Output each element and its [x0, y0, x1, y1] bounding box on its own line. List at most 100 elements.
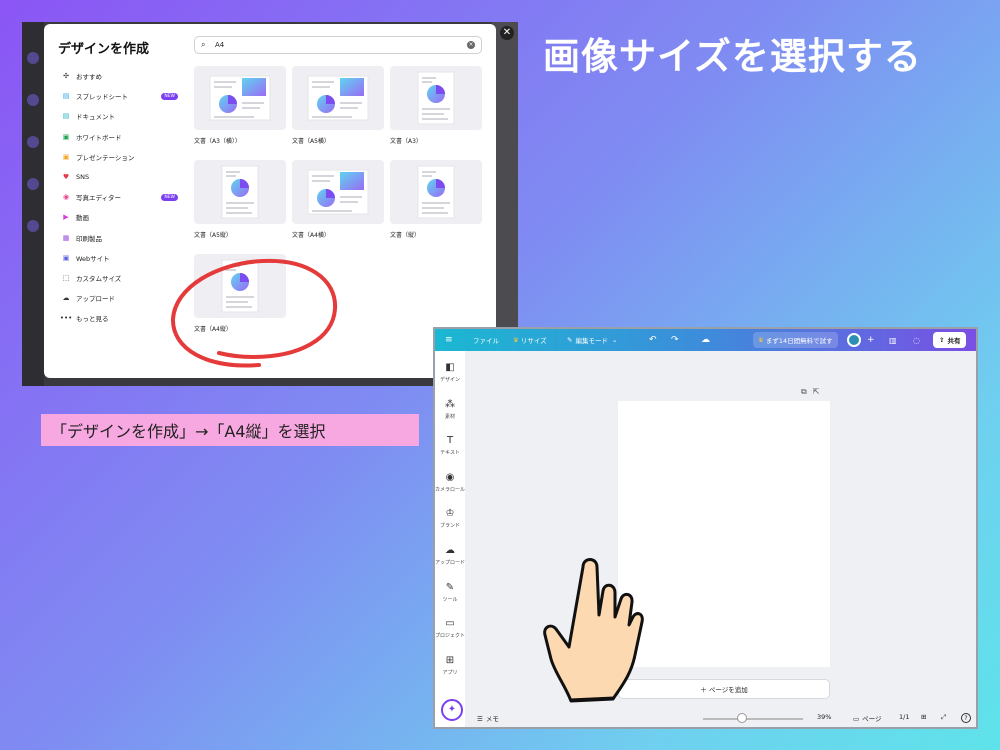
- sparkle-icon: ✣: [63, 72, 69, 81]
- template-label: 文書（A3（横））: [194, 138, 241, 145]
- sidebar-item-label: 印刷製品: [76, 234, 102, 243]
- document-preview-icon: [307, 169, 369, 215]
- template-thumbnail: [292, 66, 384, 130]
- editor-sidebar-item[interactable]: ☁ アップロード: [435, 546, 465, 567]
- document-preview-icon: [209, 75, 271, 121]
- editor-sidebar-item[interactable]: ◧ デザイン: [435, 362, 465, 384]
- zoom-slider[interactable]: [703, 718, 803, 720]
- template-thumbnail: [390, 66, 482, 130]
- help-icon[interactable]: ?: [961, 713, 971, 723]
- share-label: 共有: [947, 337, 961, 345]
- sidebar-item[interactable]: ▤ スプレッドシート NEW: [62, 86, 178, 106]
- document-preview-icon: [417, 165, 455, 219]
- sidebar-item[interactable]: ✣ おすすめ: [62, 66, 178, 86]
- document-preview-icon: [417, 71, 455, 125]
- search-input[interactable]: ⌕ A4 ×: [194, 36, 482, 54]
- pages-button[interactable]: ▭ ページ: [853, 713, 882, 723]
- headline: 画像サイズを選択する: [543, 35, 922, 78]
- pencil-icon: ✎: [567, 336, 573, 344]
- trial-button[interactable]: ♛ まず14日間無料で試す: [753, 332, 838, 348]
- editor-sidebar-label: デザイン: [439, 377, 460, 383]
- editor-sidebar-item[interactable]: ▭ プロジェクト: [435, 619, 466, 640]
- website-icon: ▣: [62, 253, 70, 262]
- sidebar-item[interactable]: ▣ プレゼンテーション: [62, 147, 178, 167]
- editor-sidebar-item[interactable]: ◉ カメラロール: [435, 472, 466, 493]
- template-card[interactable]: 文書（A4横）: [292, 160, 384, 239]
- template-card[interactable]: 文書（A3（横））: [194, 66, 286, 145]
- category-sidebar: ✣ おすすめ ▤ スプレッドシート NEW ▤ ドキュメント ▣ ホワイトボード ▣ プレゼンテーシ…: [59, 66, 178, 328]
- zoom-level[interactable]: 39%: [817, 713, 831, 721]
- new-badge: NEW: [161, 92, 178, 100]
- edit-mode-button[interactable]: ✎ 編集モード ⌄: [567, 335, 617, 345]
- sheet-icon: ▤: [62, 92, 70, 101]
- new-badge: NEW: [161, 193, 178, 201]
- sidebar-item[interactable]: ••• もっと見る: [59, 308, 178, 328]
- export-page-icon[interactable]: ⇱: [813, 387, 826, 396]
- share-button[interactable]: ⇪ 共有: [933, 332, 967, 348]
- printer-icon: ▦: [62, 233, 70, 242]
- sidebar-item[interactable]: ▶ 動画: [62, 207, 178, 227]
- editor-sidebar-label: カメラロール: [435, 486, 466, 493]
- sidebar-item-label: カスタムサイズ: [76, 274, 122, 283]
- template-card[interactable]: 文書（A5横）: [292, 66, 384, 145]
- custom-size-icon: ⬚: [62, 273, 70, 282]
- editor-sidebar-item[interactable]: ♔ ブランド: [435, 508, 465, 530]
- cloud-saved-icon: ☁: [701, 335, 710, 345]
- memo-button[interactable]: ☰ メモ: [477, 713, 499, 723]
- editor-sidebar-item[interactable]: T テキスト: [435, 436, 465, 457]
- sidebar-item-label: スプレッドシート: [76, 93, 128, 102]
- chevron-down-icon: ⌄: [611, 336, 618, 344]
- redo-icon[interactable]: ↷: [671, 335, 679, 345]
- sidebar-item-label: SNS: [76, 173, 90, 182]
- add-collaborator-icon[interactable]: +: [867, 335, 875, 345]
- sidebar-item[interactable]: ▣ Webサイト: [62, 248, 178, 268]
- sidebar-item[interactable]: ◉ 写真エディター NEW: [62, 187, 178, 207]
- editor-sidebar-label: 素材: [444, 413, 455, 420]
- screenshot-editor: ≡ ファイル ♛ リサイズ ✎ 編集モード ⌄ ↶ ↷ ☁ ♛ まず14日間無料で試す …: [433, 327, 978, 729]
- crown-icon: ♛: [513, 336, 519, 344]
- clear-search-icon[interactable]: ×: [467, 41, 475, 49]
- sidebar-item[interactable]: ♥ SNS: [62, 167, 178, 187]
- zoom-slider-handle[interactable]: [737, 713, 747, 723]
- sidebar-item[interactable]: ▣ ホワイトボード: [62, 127, 178, 147]
- sidebar-item-label: ホワイトボード: [76, 133, 122, 142]
- trial-label: まず14日間無料で試す: [765, 337, 833, 345]
- share-icon: ⇪: [939, 336, 945, 344]
- undo-icon[interactable]: ↶: [649, 335, 657, 345]
- editor-sidebar-item[interactable]: ✎ ツール: [435, 582, 465, 603]
- magic-sparkle-icon[interactable]: ✦: [441, 699, 463, 721]
- sidebar-item[interactable]: ☁ アップロード: [62, 288, 178, 308]
- avatar[interactable]: [847, 333, 861, 347]
- sidebar-item[interactable]: ▤ ドキュメント: [62, 106, 178, 126]
- template-card[interactable]: 文書（A3）: [390, 66, 482, 145]
- editor-sidebar-item[interactable]: ⊞ アプリ: [435, 655, 465, 676]
- grid-view-icon[interactable]: ⊞: [921, 713, 926, 721]
- close-icon[interactable]: ✕: [500, 26, 514, 40]
- add-page-button[interactable]: ＋ ページを追加: [618, 679, 830, 699]
- fullscreen-icon[interactable]: ⤢: [941, 713, 946, 722]
- template-label: 文書（縦）: [390, 232, 421, 239]
- duplicate-page-icon[interactable]: ⧉: [801, 387, 813, 396]
- editor-sidebar-label: プロジェクト: [435, 633, 466, 640]
- editor-sidebar-label: アプリ: [442, 669, 458, 676]
- template-thumbnail: [194, 160, 286, 224]
- design-icon: ◧: [445, 362, 455, 373]
- insights-icon[interactable]: ▥: [889, 336, 897, 345]
- sidebar-item[interactable]: ⬚ カスタムサイズ: [62, 268, 178, 288]
- template-card[interactable]: 文書（A5縦）: [194, 160, 286, 239]
- file-menu[interactable]: ファイル: [473, 335, 499, 345]
- menu-icon[interactable]: ≡: [445, 335, 453, 345]
- comment-icon[interactable]: ◌: [913, 336, 920, 345]
- brand-icon: ♔: [445, 508, 455, 520]
- doc-icon: ▤: [62, 112, 70, 121]
- upload-icon: ☁: [62, 294, 70, 303]
- elements-icon: ⁂: [445, 398, 455, 410]
- template-card[interactable]: 文書（縦）: [390, 160, 482, 239]
- more-icon: •••: [59, 314, 73, 323]
- editor-sidebar-item[interactable]: ⁂ 素材: [435, 398, 465, 420]
- resize-button[interactable]: ♛ リサイズ: [513, 335, 547, 345]
- background-app-sidebar: [22, 22, 44, 386]
- editor-sidebar-label: テキスト: [440, 450, 460, 457]
- sidebar-item[interactable]: ▦ 印刷製品: [62, 228, 178, 248]
- design-page[interactable]: [618, 401, 830, 667]
